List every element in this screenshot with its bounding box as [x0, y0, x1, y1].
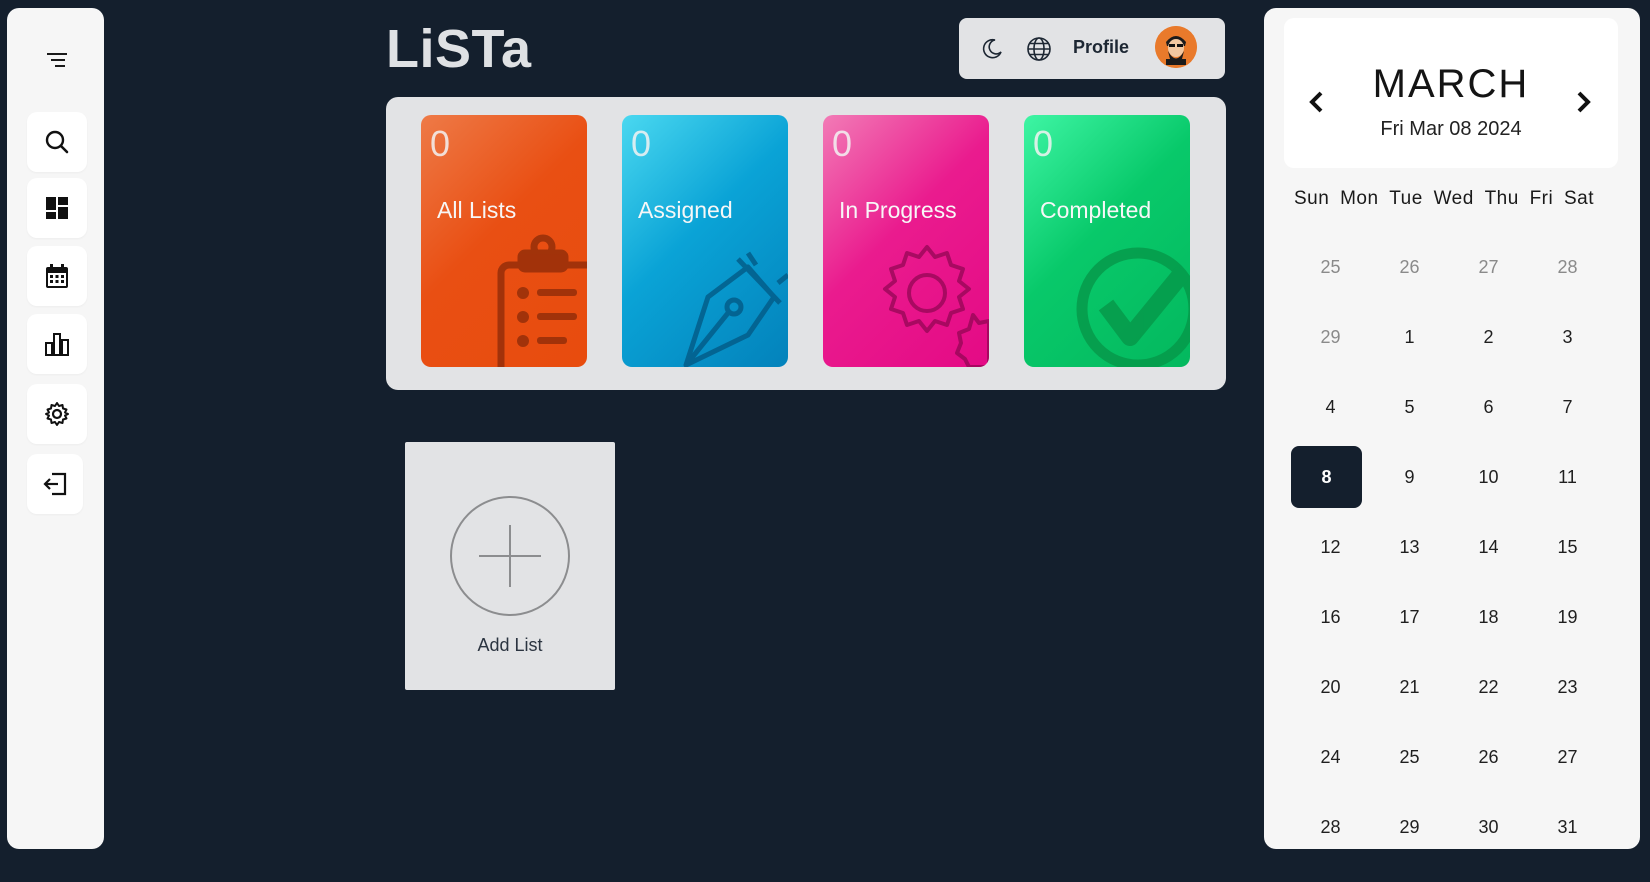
calendar-day[interactable]: 31	[1528, 792, 1607, 849]
calendar-day[interactable]: 26	[1370, 232, 1449, 302]
calendar-icon	[46, 264, 68, 288]
card-count: 0	[631, 123, 652, 164]
calendar-day[interactable]: 2	[1449, 302, 1528, 372]
calendar-day[interactable]: 27	[1528, 722, 1607, 792]
calendar-day[interactable]: 15	[1528, 512, 1607, 582]
calendar-day[interactable]: 27	[1449, 232, 1528, 302]
plus-circle-icon	[450, 496, 570, 616]
calendar-day[interactable]: 12	[1291, 512, 1370, 582]
profile-link[interactable]: Profile	[1073, 37, 1129, 58]
calendar-day[interactable]: 22	[1449, 652, 1528, 722]
calendar-day[interactable]: 29	[1370, 792, 1449, 849]
calendar-day[interactable]: 23	[1528, 652, 1607, 722]
card-label: In Progress	[839, 197, 957, 223]
calendar-day[interactable]: 16	[1291, 582, 1370, 652]
calendar-day[interactable]: 29	[1291, 302, 1370, 372]
language-button[interactable]	[1026, 36, 1052, 62]
calendar-day[interactable]: 24	[1291, 722, 1370, 792]
weekday-label: Mon	[1340, 188, 1379, 209]
calendar-day[interactable]: 19	[1528, 582, 1607, 652]
calendar-day[interactable]: 7	[1528, 372, 1607, 442]
top-bar: Profile	[959, 18, 1225, 79]
clipboard-icon	[497, 234, 587, 367]
search-icon	[45, 130, 69, 154]
card-count: 0	[832, 123, 853, 164]
stats-panel: 0 All Lists 0 Assigned 0 In Progress 0 C…	[386, 97, 1226, 390]
calendar-day[interactable]: 13	[1370, 512, 1449, 582]
weekday-label: Fri	[1529, 188, 1554, 209]
calendar-day[interactable]: 25	[1370, 722, 1449, 792]
card-assigned[interactable]: 0 Assigned	[622, 115, 788, 367]
gears-icon	[883, 245, 989, 367]
calendar-day[interactable]: 18	[1449, 582, 1528, 652]
calendar-month: MARCH	[1372, 62, 1530, 106]
calendar-day[interactable]: 5	[1370, 372, 1449, 442]
card-label: All Lists	[437, 197, 517, 223]
weekday-label: Sat	[1563, 188, 1594, 209]
calendar-day[interactable]: 30	[1449, 792, 1528, 849]
sidebar-item-stats[interactable]	[27, 314, 87, 374]
sidebar-item-search[interactable]	[27, 112, 87, 172]
avatar[interactable]	[1155, 26, 1197, 68]
calendar-day[interactable]: 9	[1370, 442, 1449, 512]
gear-icon	[45, 402, 69, 426]
menu-icon[interactable]	[45, 48, 69, 72]
card-in-progress[interactable]: 0 In Progress	[823, 115, 989, 367]
logout-icon	[43, 472, 67, 496]
calendar-selected-date: Fri Mar 08 2024	[1380, 118, 1522, 140]
moon-icon	[982, 38, 1002, 59]
card-completed[interactable]: 0 Completed	[1024, 115, 1190, 367]
app-title: LiSTa	[386, 19, 532, 79]
calendar-day[interactable]: 25	[1291, 232, 1370, 302]
calendar-panel: MARCH Fri Mar 08 2024 Sun Mon Tue Wed Thu Fri…	[1264, 8, 1640, 849]
calendar-day[interactable]: 3	[1528, 302, 1607, 372]
sidebar-item-dashboard[interactable]	[27, 178, 87, 238]
card-label: Completed	[1040, 197, 1152, 223]
add-list-label: Add List	[477, 635, 543, 655]
calendar-day[interactable]: 4	[1291, 372, 1370, 442]
calendar-day[interactable]: 17	[1370, 582, 1449, 652]
sidebar-item-logout[interactable]	[27, 454, 83, 514]
calendar-day[interactable]: 6	[1449, 372, 1528, 442]
calendar-day[interactable]: 11	[1528, 442, 1607, 512]
calendar-day[interactable]: 1	[1370, 302, 1449, 372]
card-label: Assigned	[638, 197, 733, 223]
check-circle-icon	[1076, 247, 1190, 367]
globe-icon	[1027, 37, 1051, 61]
weekday-label: Wed	[1433, 188, 1474, 209]
calendar-day[interactable]: 10	[1449, 442, 1528, 512]
bar-chart-icon	[45, 333, 69, 356]
calendar-days: 25 26 27 28 29 1 2 3 4 5 6 7 8 9 10 11 12 13 14 15 16 17 18 19 2…	[1291, 232, 1606, 849]
pen-nib-icon	[683, 251, 788, 367]
calendar-day[interactable]: 26	[1449, 722, 1528, 792]
calendar-day[interactable]: 20	[1291, 652, 1370, 722]
next-month-button[interactable]	[1572, 88, 1596, 116]
calendar-day[interactable]: 28	[1291, 792, 1370, 849]
sidebar	[7, 8, 104, 849]
sidebar-item-calendar[interactable]	[27, 246, 87, 306]
calendar-day[interactable]: 28	[1528, 232, 1607, 302]
card-count: 0	[430, 123, 451, 164]
weekday-label: Sun	[1294, 188, 1330, 209]
card-count: 0	[1033, 123, 1054, 164]
sidebar-item-settings[interactable]	[27, 384, 87, 444]
dark-mode-toggle[interactable]	[979, 36, 1005, 62]
add-list-button[interactable]: Add List	[405, 442, 615, 690]
card-all-lists[interactable]: 0 All Lists	[421, 115, 587, 367]
calendar-weekdays: Sun Mon Tue Wed Thu Fri Sat	[1294, 188, 1594, 210]
dashboard-icon	[46, 197, 68, 219]
calendar-day-selected[interactable]: 8	[1291, 446, 1362, 508]
calendar-day[interactable]: 21	[1370, 652, 1449, 722]
chevron-right-icon	[1577, 91, 1591, 113]
weekday-label: Tue	[1389, 188, 1423, 209]
calendar-header: MARCH Fri Mar 08 2024	[1284, 18, 1618, 168]
weekday-label: Thu	[1484, 188, 1519, 209]
calendar-day[interactable]: 14	[1449, 512, 1528, 582]
